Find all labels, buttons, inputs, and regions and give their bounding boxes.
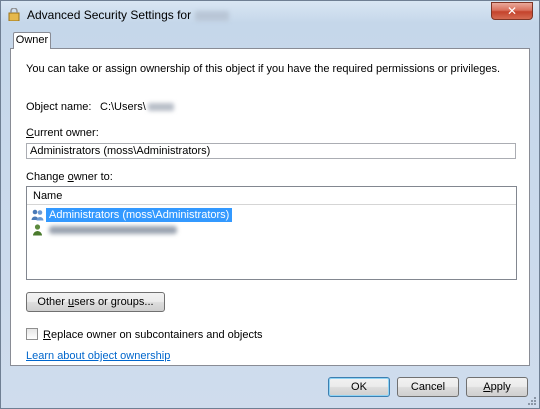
other-users-or-groups-button[interactable]: Other users or groups... [26,292,165,312]
list-item-label: Administrators (moss\Administrators) [46,207,233,222]
close-button[interactable]: ✕ [491,2,533,20]
list-item-administrators[interactable]: Administrators (moss\Administrators) [31,207,233,222]
redacted-object-name [195,10,230,21]
title-bar: Advanced Security Settings for ✕ [1,1,539,29]
learn-about-ownership-link[interactable]: Learn about object ownership [26,350,170,362]
current-owner-label: Current owner: [26,127,99,139]
owner-panel: You can take or assign ownership of this… [10,48,530,366]
ownership-description: You can take or assign ownership of this… [26,63,501,75]
object-name-value: C:\Users\ [100,101,174,113]
window-title-text: Advanced Security Settings for [27,8,192,22]
lock-icon [8,8,20,21]
replace-owner-label: Replace owner on subcontainers and objec… [43,329,263,341]
change-owner-label: Change owner to: [26,171,113,183]
group-icon [31,209,44,221]
resize-grip-icon[interactable] [527,396,537,406]
window-title: Advanced Security Settings for [27,8,230,22]
object-name-label: Object name: [26,101,92,113]
replace-owner-checkbox[interactable] [26,328,38,340]
ok-button[interactable]: OK [328,377,390,397]
tab-owner[interactable]: Owner [13,32,51,49]
cancel-button[interactable]: Cancel [397,377,459,397]
change-owner-list[interactable]: Name Administrators (moss\Administrators… [26,186,517,280]
redacted-user-name [49,225,177,234]
apply-button[interactable]: Apply [466,377,528,397]
list-item-user[interactable] [31,222,177,237]
current-owner-field[interactable]: Administrators (moss\Administrators) [26,143,516,159]
list-column-header-name[interactable]: Name [27,187,516,205]
user-icon [33,224,42,236]
advanced-security-settings-window: Advanced Security Settings for ✕ Owner Y… [0,0,540,409]
